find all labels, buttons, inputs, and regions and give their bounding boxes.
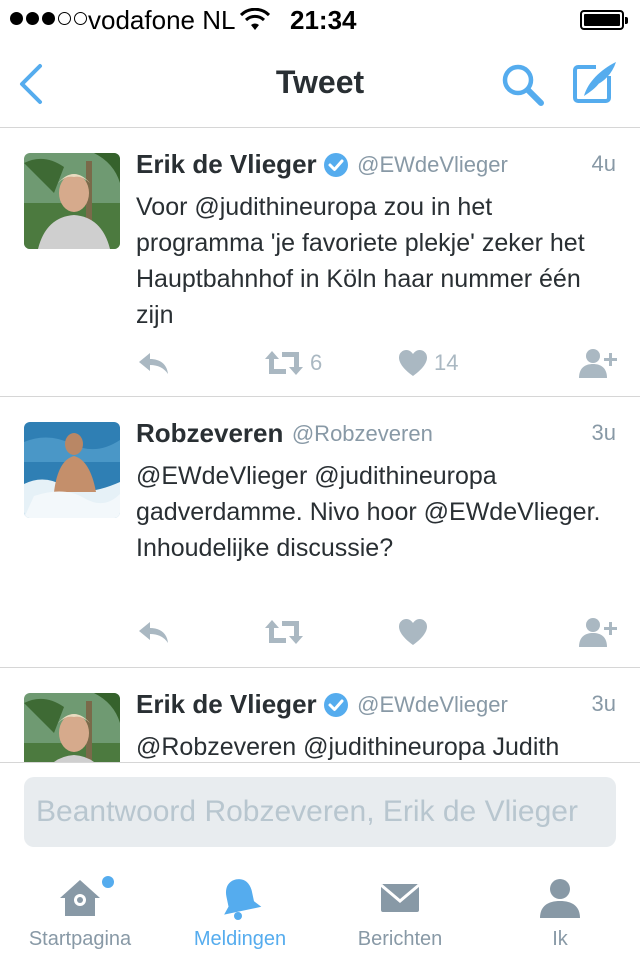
- reply-button[interactable]: [136, 343, 170, 383]
- tab-bar: Startpagina Meldingen Berichten Ik: [0, 862, 640, 959]
- tweet[interactable]: Erik de Vlieger @EWdeVlieger 3u @Robzeve…: [0, 669, 640, 762]
- tab-me[interactable]: Ik: [480, 862, 640, 959]
- author-name[interactable]: Erik de Vlieger: [136, 149, 317, 179]
- follow-button[interactable]: [578, 343, 618, 383]
- tweet-text: Voor @judithineuropa zou in het programm…: [136, 193, 585, 329]
- follow-button[interactable]: [578, 612, 618, 652]
- author-handle[interactable]: @Robzeveren: [292, 421, 433, 446]
- status-bar: vodafone NL 21:34: [0, 0, 640, 40]
- reply-icon: [139, 622, 168, 643]
- bell-icon: [224, 879, 262, 920]
- battery-icon: [580, 10, 628, 30]
- tab-label: Berichten: [357, 928, 443, 950]
- carrier-name: vodafone NL: [88, 5, 236, 35]
- tweet-actions: 6 14: [136, 343, 626, 383]
- tab-messages[interactable]: Berichten: [320, 862, 480, 959]
- add-user-icon: [579, 349, 617, 378]
- status-time: 21:34: [290, 5, 357, 35]
- home-icon: [60, 880, 100, 916]
- tweet-text: @EWdeVlieger @judithineuropa gadverdamme…: [136, 462, 601, 562]
- retweet-button[interactable]: 6: [264, 343, 322, 383]
- author-handle[interactable]: @EWdeVlieger: [357, 152, 508, 177]
- tweet[interactable]: Erik de Vlieger @EWdeVlieger 4u Voor @ju…: [0, 129, 640, 397]
- author-name[interactable]: Erik de Vlieger: [136, 689, 317, 719]
- tab-label: Meldingen: [193, 928, 287, 950]
- avatar[interactable]: [24, 693, 120, 762]
- wifi-icon: [240, 8, 270, 30]
- avatar[interactable]: [24, 422, 120, 518]
- tweet-actions: [136, 612, 626, 652]
- reply-bar: [0, 762, 640, 862]
- tweet-timestamp: 3u: [591, 420, 616, 445]
- heart-icon: [399, 619, 427, 645]
- tweet-timestamp: 3u: [591, 691, 616, 716]
- avatar[interactable]: [24, 153, 120, 249]
- author-handle[interactable]: @EWdeVlieger: [357, 692, 508, 717]
- author-name[interactable]: Robzeveren: [136, 418, 283, 448]
- person-icon: [540, 879, 580, 918]
- signal-strength-icon: [10, 12, 87, 25]
- verified-badge-icon: [323, 152, 348, 177]
- like-count: 14: [434, 350, 459, 375]
- retweet-button[interactable]: [264, 612, 310, 652]
- tab-notifications[interactable]: Meldingen: [160, 862, 320, 959]
- like-button[interactable]: [398, 612, 434, 652]
- retweet-count: 6: [310, 350, 323, 375]
- compose-feather-icon[interactable]: [570, 58, 620, 108]
- retweet-icon: [265, 351, 303, 375]
- reply-button[interactable]: [136, 612, 170, 652]
- add-user-icon: [579, 618, 617, 647]
- tweet-timestamp: 4u: [591, 151, 616, 176]
- tweet-text: @Robzeveren @judithineuropa Judith: [136, 733, 560, 761]
- notification-dot: [102, 876, 114, 888]
- reply-icon: [139, 353, 168, 374]
- reply-input[interactable]: [24, 777, 616, 847]
- nav-bar: Tweet: [0, 40, 640, 128]
- verified-badge-icon: [323, 692, 348, 717]
- tab-home[interactable]: Startpagina: [0, 862, 160, 959]
- tab-label: Startpagina: [28, 928, 132, 950]
- heart-icon: [399, 350, 427, 376]
- tweet[interactable]: Robzeveren @Robzeveren 3u @EWdeVlieger @…: [0, 398, 640, 668]
- search-icon[interactable]: [498, 60, 546, 108]
- like-button[interactable]: 14: [398, 343, 458, 383]
- envelope-icon: [380, 883, 420, 912]
- tab-label: Ik: [552, 928, 568, 950]
- retweet-icon: [265, 620, 303, 644]
